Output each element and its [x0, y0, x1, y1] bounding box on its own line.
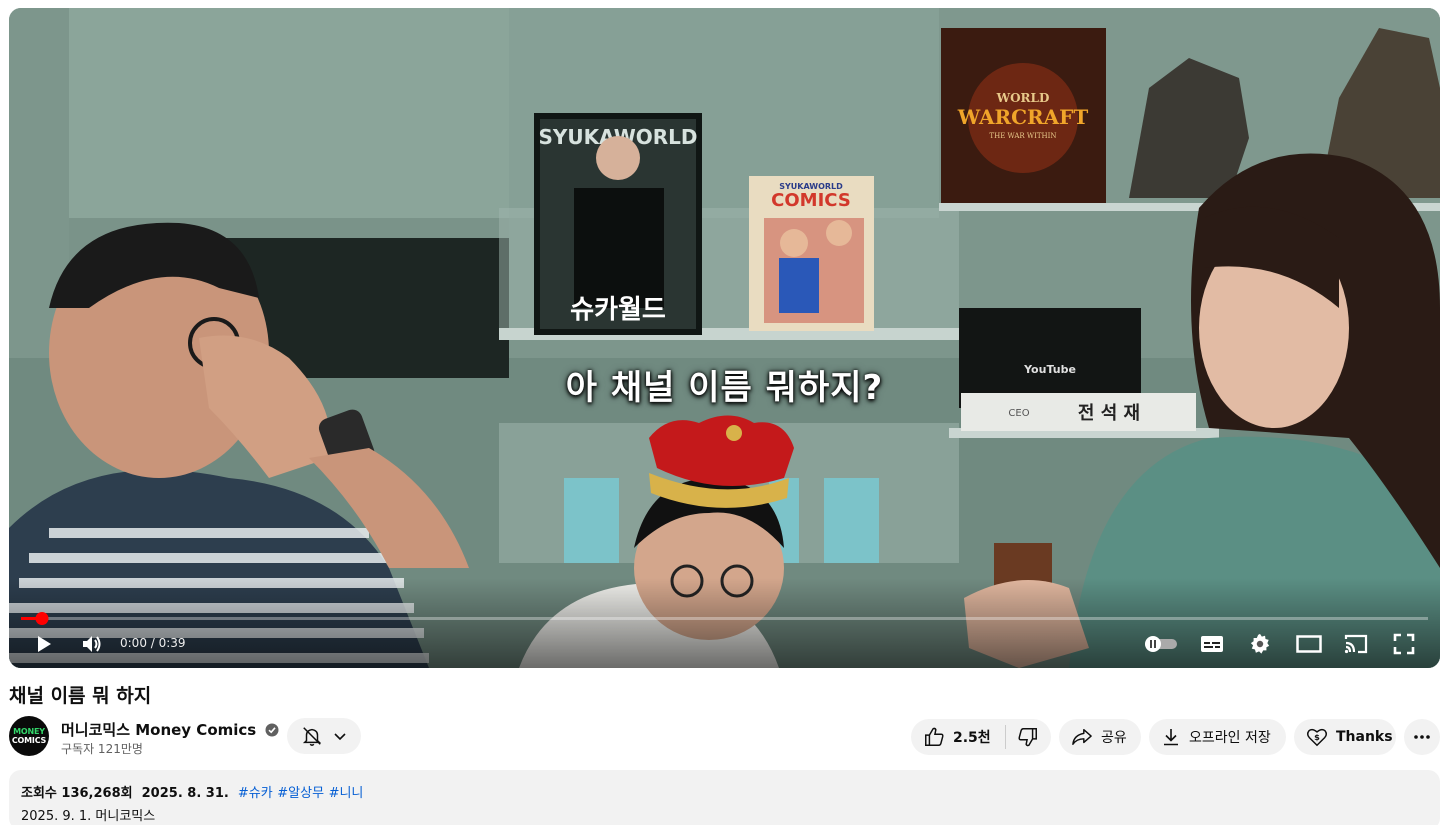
thumbs-up-icon: [925, 727, 944, 746]
like-dislike-group: 2.5천: [911, 719, 1051, 755]
download-icon: [1164, 729, 1178, 746]
game-logo-sub-text: THE WAR WITHIN: [989, 132, 1056, 140]
subtitles-button[interactable]: [1197, 628, 1227, 660]
fullscreen-icon: [1393, 633, 1415, 655]
theater-mode-icon: [1296, 635, 1322, 653]
autoplay-toggle[interactable]: [1141, 628, 1181, 660]
settings-button[interactable]: [1245, 628, 1275, 660]
verified-badge-icon: [265, 723, 279, 737]
autoplay-toggle-icon: [1145, 636, 1177, 652]
description-text: 2025. 9. 1. 머니코믹스: [21, 809, 156, 824]
video-frame: SYUKAWORLD 슈카월드 SYUKAWORLD COMICS WORLD …: [9, 8, 1440, 668]
hashtag-link[interactable]: #알상무: [277, 786, 324, 801]
description-meta: 조회수 136,268회 2025. 8. 31. #슈카 #알상무 #니니: [21, 782, 1428, 801]
gear-icon: [1250, 633, 1270, 654]
thanks-heart-icon: $: [1306, 728, 1328, 747]
view-count: 조회수 136,268회: [21, 786, 133, 801]
channel-name-link[interactable]: 머니코믹스 Money Comics: [61, 721, 256, 739]
download-label: 오프라인 저장: [1189, 730, 1271, 746]
hashtag-link[interactable]: #슈카: [238, 786, 273, 801]
share-label: 공유: [1101, 730, 1127, 746]
share-button-content: 공유: [1059, 727, 1143, 747]
poster-name-text: 슈카월드: [570, 295, 666, 325]
progress-bar[interactable]: [21, 612, 1428, 625]
download-button[interactable]: 오프라인 저장: [1149, 719, 1286, 755]
video-title: 채널 이름 뭐 하지: [9, 685, 152, 707]
play-icon: [38, 636, 51, 652]
progress-scrubber[interactable]: [35, 612, 49, 625]
subtitles-icon: [1201, 636, 1223, 652]
theater-mode-button[interactable]: [1293, 628, 1325, 660]
like-button[interactable]: 2.5천: [911, 719, 1005, 755]
volume-button[interactable]: [77, 628, 107, 660]
cast-icon: [1344, 634, 1368, 654]
svg-text:$: $: [1314, 732, 1320, 742]
game-logo-text: WARCRAFT: [957, 105, 1089, 129]
more-vert-icon: [1414, 735, 1430, 739]
comic-title-text: COMICS: [771, 190, 851, 211]
bell-off-icon: [302, 727, 322, 746]
fullscreen-button[interactable]: [1389, 628, 1419, 660]
share-button[interactable]: 공유: [1059, 719, 1141, 755]
dislike-button[interactable]: [1006, 719, 1051, 755]
thanks-label: Thanks: [1336, 729, 1393, 745]
game-logo-top-text: WORLD: [996, 91, 1050, 105]
more-actions-button[interactable]: [1404, 719, 1440, 755]
nameplate-role-text: CEO: [1008, 408, 1029, 419]
video-player[interactable]: SYUKAWORLD 슈카월드 SYUKAWORLD COMICS WORLD …: [9, 8, 1440, 668]
subscriber-count: 구독자 121만명: [61, 742, 143, 756]
cast-button[interactable]: [1341, 628, 1371, 660]
play-button[interactable]: [29, 628, 59, 660]
thumbs-down-icon: [1018, 728, 1038, 747]
download-button-content: 오프라인 저장: [1149, 727, 1287, 747]
video-subtitle: 아 채널 이름 뭐하지?: [565, 368, 884, 408]
upload-date: 2025. 8. 31.: [141, 786, 229, 801]
time-display: 0:00 / 0:39: [120, 636, 186, 650]
volume-icon: [83, 636, 101, 652]
thanks-button[interactable]: $ Thanks: [1294, 719, 1396, 755]
avatar-text-line1: MONEY: [13, 727, 45, 736]
chevron-down-icon: [334, 733, 346, 741]
thanks-button-content: $ Thanks: [1294, 726, 1409, 748]
hashtag-link[interactable]: #니니: [329, 786, 364, 801]
player-controls: 0:00 / 0:39: [9, 628, 1440, 660]
avatar[interactable]: MONEY COMICS: [9, 716, 49, 756]
like-count: 2.5천: [953, 730, 991, 746]
share-icon: [1072, 729, 1092, 745]
subscription-notifications-button[interactable]: [287, 718, 361, 754]
channel-name-row: 머니코믹스 Money Comics: [61, 719, 279, 740]
avatar-text-line2: COMICS: [11, 736, 47, 745]
description-box[interactable]: 조회수 136,268회 2025. 8. 31. #슈카 #알상무 #니니 2…: [9, 770, 1440, 825]
